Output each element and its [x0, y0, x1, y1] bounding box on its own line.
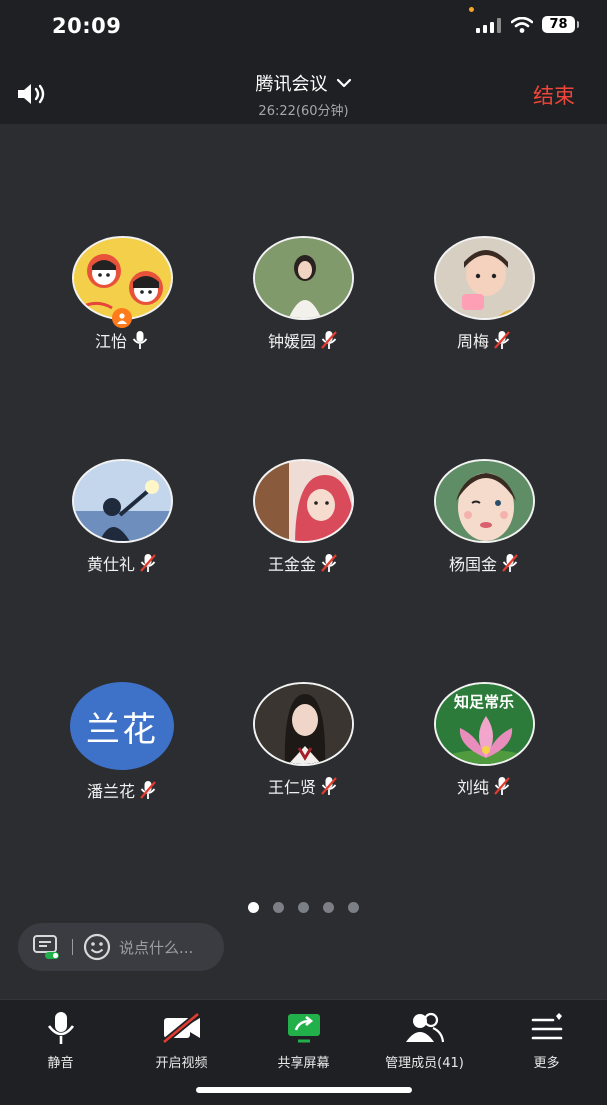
- participant-name: 潘兰花: [86, 782, 135, 801]
- battery-indicator: 78: [542, 16, 579, 33]
- meeting-title-text: 腾讯会议: [255, 74, 328, 95]
- participant-tile[interactable]: 知足常乐 刘纯: [394, 682, 574, 798]
- avatar-caption: 知足常乐: [453, 693, 514, 711]
- end-meeting-button[interactable]: 结束: [533, 80, 575, 110]
- participant-tile[interactable]: 钟媛园: [213, 236, 393, 352]
- host-badge-icon: [112, 308, 132, 328]
- avatar: [252, 682, 354, 766]
- participant-name: 刘纯: [456, 778, 489, 797]
- participant-tile[interactable]: 兰花 潘兰花: [32, 682, 212, 802]
- avatar-initials: 兰花: [86, 709, 158, 750]
- wifi-icon: [511, 16, 533, 33]
- share-screen-label: 共享屏幕: [277, 1056, 330, 1071]
- privacy-indicator: [469, 7, 474, 12]
- page-dot-3[interactable]: [298, 902, 309, 913]
- status-bar: 20:09 78: [0, 0, 607, 62]
- home-indicator[interactable]: [196, 1087, 412, 1093]
- participant-name: 王金金: [267, 555, 316, 574]
- page-dot-5[interactable]: [348, 902, 359, 913]
- participant-name: 杨国金: [448, 555, 497, 574]
- page-dot-4[interactable]: [323, 902, 334, 913]
- avatar: 兰花: [70, 682, 174, 770]
- photo-avatar-image: [73, 461, 171, 541]
- avatar: [71, 459, 173, 543]
- clock: 20:09: [52, 14, 122, 38]
- mic-off-icon: [140, 554, 156, 572]
- participant-name: 江怡: [94, 332, 127, 351]
- photo-avatar-image: [254, 461, 352, 541]
- mic-off-icon: [321, 331, 337, 349]
- more-menu-icon: [531, 1013, 562, 1040]
- participant-name: 周梅: [456, 332, 489, 351]
- signal-icon: [476, 17, 501, 33]
- mic-off-icon: [140, 781, 156, 799]
- avatar: [433, 236, 535, 320]
- more-label: 更多: [533, 1056, 560, 1071]
- photo-avatar-image: [435, 238, 533, 318]
- page-dot-1[interactable]: [248, 902, 259, 913]
- start-video-button[interactable]: 开启视频: [121, 1010, 242, 1071]
- avatar: [252, 459, 354, 543]
- meeting-header: 腾讯会议 26:22(60分钟) 结束: [0, 62, 607, 124]
- mute-button[interactable]: 静音: [0, 1010, 121, 1071]
- page-dot-2[interactable]: [273, 902, 284, 913]
- manage-members-button[interactable]: 管理成员(41): [364, 1010, 485, 1071]
- manage-members-label: 管理成员(41): [385, 1056, 464, 1071]
- chevron-down-icon: [336, 78, 351, 88]
- photo-avatar-image: [254, 684, 352, 764]
- participant-name: 黄仕礼: [86, 555, 135, 574]
- mic-off-icon: [494, 777, 510, 795]
- photo-avatar-image: [254, 238, 352, 318]
- more-button[interactable]: 更多: [486, 1010, 607, 1071]
- microphone-icon: [47, 1012, 74, 1044]
- avatar: 知足常乐: [433, 682, 535, 766]
- emoji-icon[interactable]: [83, 933, 111, 961]
- meeting-duration: 26:22(60分钟): [258, 104, 349, 119]
- share-screen-icon: [287, 1014, 320, 1043]
- participant-tile[interactable]: 王仁贤: [213, 682, 393, 798]
- members-icon: [405, 1012, 444, 1043]
- participant-name: 钟媛园: [267, 332, 316, 351]
- participant-tile[interactable]: 周梅: [394, 236, 574, 352]
- participant-tile[interactable]: 黄仕礼: [32, 459, 212, 575]
- video-off-icon: [161, 1011, 200, 1045]
- avatar: [433, 459, 535, 543]
- caption-toggle-icon[interactable]: [32, 934, 62, 960]
- mic-off-icon: [321, 777, 337, 795]
- start-video-label: 开启视频: [155, 1056, 208, 1071]
- share-screen-button[interactable]: 共享屏幕: [243, 1010, 364, 1071]
- participant-tile[interactable]: 杨国金: [394, 459, 574, 575]
- avatar: [252, 236, 354, 320]
- chat-input[interactable]: 说点什么...: [119, 937, 193, 958]
- participant-tile[interactable]: 江怡: [32, 236, 212, 352]
- mic-on-icon: [132, 331, 148, 349]
- chat-bar[interactable]: 说点什么...: [18, 923, 224, 971]
- mic-off-icon: [494, 331, 510, 349]
- mic-off-icon: [321, 554, 337, 572]
- mic-off-icon: [502, 554, 518, 572]
- mute-label: 静音: [47, 1056, 74, 1071]
- meeting-title[interactable]: 腾讯会议: [256, 70, 352, 96]
- page-indicator: [0, 902, 607, 913]
- participant-name: 王仁贤: [267, 778, 316, 797]
- photo-avatar-image: [435, 461, 533, 541]
- participant-tile[interactable]: 王金金: [213, 459, 393, 575]
- divider: [72, 939, 73, 955]
